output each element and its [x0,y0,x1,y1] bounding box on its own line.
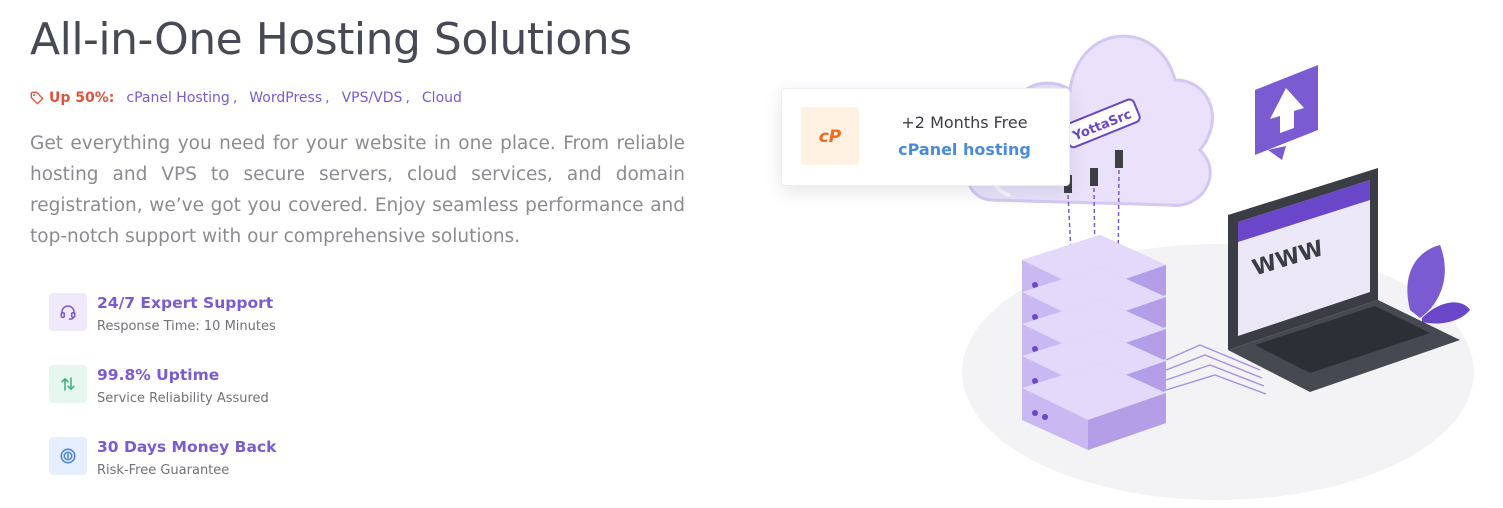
separator: , [232,90,238,106]
separator: , [325,90,330,106]
headset-icon [49,293,87,331]
promo-services-row: Up 50%: cPanel Hosting, WordPress, VPS/V… [30,88,465,108]
feature-subtitle: Service Reliability Assured [97,391,269,406]
promo-card[interactable]: cP +2 Months Free cPanel hosting [781,88,1070,186]
service-link-cloud[interactable]: Cloud [422,90,462,106]
feature-money-back: 30 Days Money Back Risk-Free Guarantee [49,436,449,508]
tag-icon [30,91,44,105]
page-title: All-in-One Hosting Solutions [30,14,632,65]
feature-support: 24/7 Expert Support Response Time: 10 Mi… [49,292,449,364]
feature-list: 24/7 Expert Support Response Time: 10 Mi… [49,292,449,508]
promo-card-product: cPanel hosting [898,140,1031,159]
service-link-cpanel[interactable]: cPanel Hosting [126,90,229,106]
service-link-vps[interactable]: VPS/VDS [342,90,403,106]
upload-icon [1255,65,1318,160]
feature-uptime: 99.8% Uptime Service Reliability Assured [49,364,449,436]
leaf-icon [1407,245,1470,324]
money-back-icon [49,437,87,475]
hosting-illustration: YottaSrc WWW [962,34,1474,500]
service-link-wordpress[interactable]: WordPress [249,90,322,106]
separator: , [405,90,410,106]
feature-title: 24/7 Expert Support [97,294,274,312]
feature-subtitle: Response Time: 10 Minutes [97,319,276,334]
discount-label: Up 50%: [49,90,115,106]
feature-title: 99.8% Uptime [97,366,220,384]
feature-subtitle: Risk-Free Guarantee [97,463,230,478]
server-stack-icon [1022,235,1166,450]
feature-title: 30 Days Money Back [97,438,277,456]
promo-card-offer: +2 Months Free [901,113,1028,132]
updown-arrows-icon [49,365,87,403]
hero-description: Get everything you need for your website… [30,133,685,247]
